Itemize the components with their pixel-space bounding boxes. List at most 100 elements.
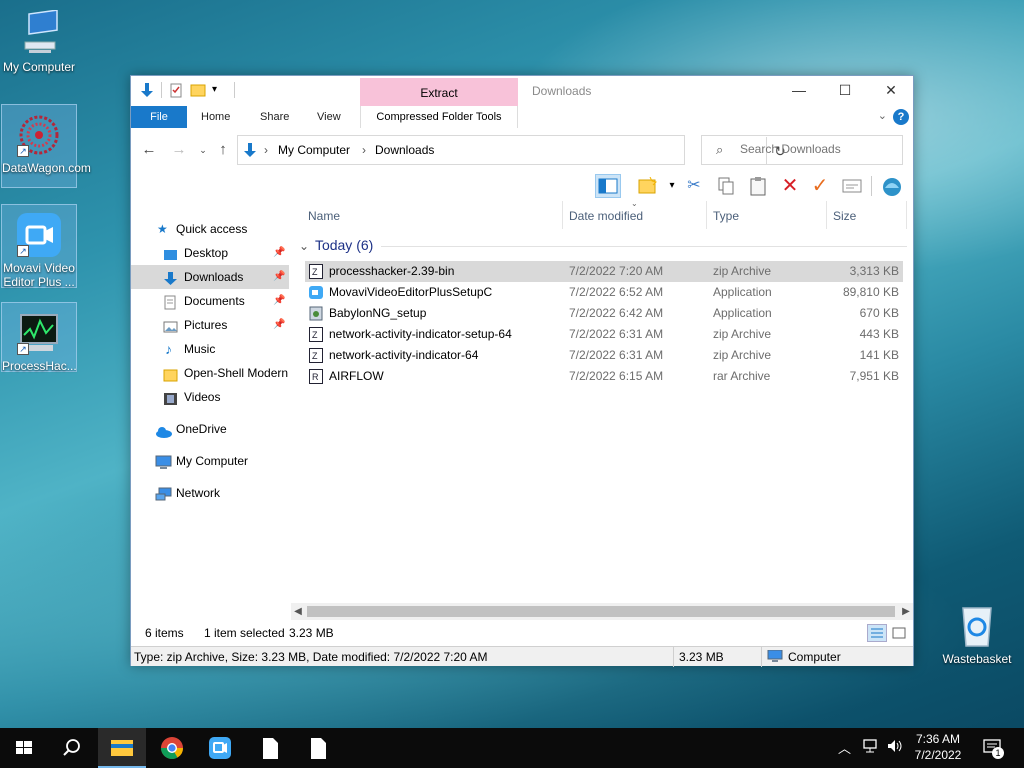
separator [234, 82, 235, 98]
up-button[interactable]: ↑ [213, 140, 233, 160]
videos-icon [163, 390, 178, 405]
shortcut-arrow-icon: ↗ [17, 245, 29, 257]
open-shell-icon[interactable] [879, 174, 905, 198]
pin-icon: 📌 [273, 295, 286, 306]
scroll-right-icon[interactable]: ▶ [899, 603, 913, 620]
expand-ribbon-icon[interactable]: ⌄ [878, 109, 887, 122]
desktop-icon-datawagon[interactable]: ↗ DataWagon.com [1, 104, 91, 188]
pin-icon: 📌 [273, 319, 286, 330]
file-type: zip Archive [713, 327, 772, 341]
sidebar-item-my-computer[interactable]: My Computer [131, 449, 289, 473]
file-row[interactable]: MovaviVideoEditorPlusSetupC 7/2/2022 6:5… [305, 282, 903, 303]
network-tray-icon[interactable] [862, 738, 880, 768]
sidebar-item-desktop[interactable]: Desktop 📌 [131, 241, 289, 265]
close-button[interactable]: ✕ [868, 76, 914, 105]
separator [161, 82, 162, 98]
scroll-left-icon[interactable]: ◀ [291, 603, 305, 620]
maximize-button[interactable]: ☐ [822, 76, 868, 105]
column-header-type[interactable]: Type [713, 209, 739, 223]
file-row[interactable]: Z network-activity-indicator-64 7/2/2022… [305, 345, 903, 366]
search-input[interactable] [740, 142, 890, 156]
show-hidden-icons-icon[interactable]: ︿ [838, 738, 851, 768]
search-taskbar-icon[interactable] [48, 728, 96, 768]
sidebar-item-downloads[interactable]: Downloads 📌 [131, 265, 289, 289]
column-header-date[interactable]: Date modified [569, 209, 643, 223]
computer-icon [15, 9, 63, 58]
large-icons-view-icon[interactable] [889, 624, 909, 642]
breadcrumb-downloads[interactable]: Downloads [375, 143, 434, 157]
paste-icon[interactable] [745, 174, 771, 198]
title-bar: ▾ Extract Downloads — ☐ ✕ [131, 76, 914, 106]
copy-icon[interactable] [713, 174, 739, 198]
pin-icon: 📌 [273, 247, 286, 258]
column-header-size[interactable]: Size [833, 209, 856, 223]
file-row[interactable]: Z processhacker-2.39-bin 7/2/2022 7:20 A… [305, 261, 903, 282]
desktop-icon-wastebasket[interactable]: Wastebasket [936, 600, 1018, 666]
sidebar-item-videos[interactable]: Videos [131, 385, 289, 409]
rename-icon[interactable]: ✓ [807, 174, 833, 198]
selection-count: 1 item selected [204, 626, 285, 640]
tab-compressed-folder-tools[interactable]: Compressed Folder Tools [360, 106, 518, 128]
tab-file[interactable]: File [131, 106, 187, 128]
scrollbar-thumb[interactable] [307, 606, 895, 617]
installer-icon [309, 306, 323, 321]
file-name: network-activity-indicator-setup-64 [329, 327, 512, 341]
address-bar[interactable]: › My Computer › Downloads ↻ [237, 135, 786, 165]
back-button[interactable]: ← [139, 140, 159, 160]
properties-toolbar-icon[interactable] [839, 174, 865, 198]
desktop-icon-movavi[interactable]: ↗ Movavi Video Editor Plus ... [1, 204, 77, 289]
downloads-icon [163, 270, 178, 285]
start-button[interactable] [0, 728, 48, 768]
sidebar-item-open-shell[interactable]: Open-Shell Modern [131, 361, 289, 385]
details-view-icon[interactable] [867, 624, 887, 642]
file-date: 7/2/2022 7:20 AM [569, 264, 664, 278]
desktop-icon-processhacker[interactable]: ↗ ProcessHac... [1, 302, 77, 373]
system-clock[interactable]: 7:36 AM 7/2/2022 [906, 731, 970, 763]
movavi-icon [309, 285, 323, 300]
document-taskbar-icon[interactable] [246, 728, 294, 768]
sidebar-item-quick-access[interactable]: ★ Quick access [131, 217, 289, 241]
group-header-today[interactable]: ⌄ Today (6) [299, 237, 373, 253]
customize-dropdown-icon[interactable]: ▾ [212, 82, 228, 98]
minimize-button[interactable]: — [776, 76, 822, 105]
sidebar-item-onedrive[interactable]: OneDrive [131, 417, 289, 441]
desktop-icon-my-computer[interactable]: My Computer [1, 4, 77, 76]
cut-icon[interactable]: ✂ [681, 174, 707, 198]
new-item-icon[interactable] [635, 174, 661, 198]
file-explorer-taskbar-icon[interactable] [98, 728, 146, 768]
forward-button[interactable]: → [169, 140, 189, 160]
file-size: 89,810 KB [842, 285, 899, 299]
chrome-icon[interactable] [148, 728, 196, 768]
help-icon[interactable]: ? [893, 109, 909, 125]
preview-pane-icon[interactable] [595, 174, 621, 198]
breadcrumb-my-computer[interactable]: My Computer [278, 143, 350, 157]
sidebar-item-pictures[interactable]: Pictures 📌 [131, 313, 289, 337]
sidebar-item-network[interactable]: Network [131, 481, 289, 505]
column-divider[interactable] [906, 201, 907, 229]
tab-share[interactable]: Share [246, 106, 303, 128]
star-icon: ★ [157, 222, 168, 236]
column-header-name[interactable]: Name [308, 209, 340, 223]
volume-icon[interactable] [886, 738, 904, 768]
sidebar-item-documents[interactable]: Documents 📌 [131, 289, 289, 313]
sidebar-item-music[interactable]: ♪ Music [131, 337, 289, 361]
delete-icon[interactable]: ✕ [777, 174, 803, 198]
new-folder-icon[interactable] [190, 82, 206, 98]
file-row[interactable]: BabylonNG_setup 7/2/2022 6:42 AM Applica… [305, 303, 903, 324]
properties-icon[interactable] [168, 82, 184, 98]
down-arrow-icon[interactable] [139, 82, 155, 98]
horizontal-scrollbar[interactable]: ◀ ▶ [291, 603, 913, 620]
tab-home[interactable]: Home [187, 106, 244, 128]
document-taskbar-icon[interactable] [294, 728, 342, 768]
file-row[interactable]: Z network-activity-indicator-setup-64 7/… [305, 324, 903, 345]
column-divider[interactable] [706, 201, 707, 229]
file-row[interactable]: R AIRFLOW 7/2/2022 6:15 AM rar Archive 7… [305, 366, 903, 387]
notifications-icon[interactable]: 1 [982, 738, 1004, 768]
movavi-taskbar-icon[interactable] [196, 728, 244, 768]
column-divider[interactable] [826, 201, 827, 229]
search-box[interactable]: ⌕ [701, 135, 903, 165]
divider [673, 647, 674, 667]
column-divider[interactable] [562, 201, 563, 229]
tab-view[interactable]: View [303, 106, 355, 128]
recent-locations-icon[interactable]: ⌄ [193, 140, 213, 160]
